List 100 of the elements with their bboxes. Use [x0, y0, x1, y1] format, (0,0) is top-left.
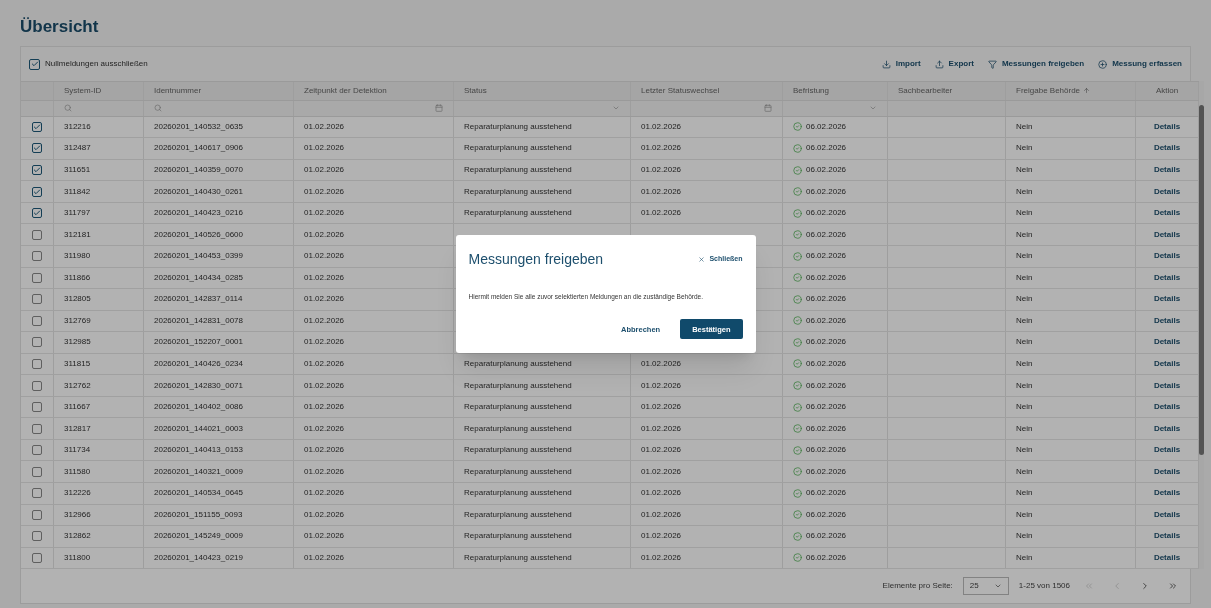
checkbox[interactable] — [32, 186, 42, 197]
table-cell: 01.02.2026 — [304, 207, 345, 220]
table-cell: 311734 — [64, 444, 91, 457]
table-cell: Nein — [1016, 142, 1033, 155]
checkbox[interactable] — [32, 509, 42, 520]
details-link[interactable]: Details — [1153, 551, 1181, 564]
search-icon[interactable] — [64, 104, 72, 113]
column-header[interactable]: Zeitpunkt der Detektion — [304, 84, 387, 97]
table-cell: Nein — [1016, 379, 1033, 392]
table-cell: 312762 — [64, 379, 91, 392]
toolbar-button[interactable]: Export — [934, 58, 974, 70]
table-cell: 312769 — [64, 314, 91, 327]
calendar-icon[interactable] — [435, 104, 443, 113]
table-cell: 312226 — [64, 487, 91, 500]
table-cell: 20260201_140423_0216 — [154, 207, 243, 220]
table-cell: Nein — [1016, 465, 1033, 478]
check-circle-icon — [793, 294, 802, 304]
column-header[interactable]: Letzter Statuswechsel — [641, 84, 720, 97]
checkbox[interactable] — [32, 165, 42, 176]
checkbox[interactable] — [32, 488, 42, 499]
details-link[interactable]: Details — [1153, 465, 1181, 478]
checkbox[interactable] — [32, 380, 42, 391]
details-link[interactable]: Details — [1153, 336, 1181, 349]
details-link[interactable]: Details — [1153, 142, 1181, 155]
checkbox[interactable] — [32, 337, 42, 348]
checkbox[interactable] — [32, 143, 42, 154]
table-cell: Reparaturplanung ausstehend — [464, 357, 572, 370]
table-cell: Reparaturplanung ausstehend — [464, 185, 572, 198]
details-link[interactable]: Details — [1153, 422, 1181, 435]
checkbox[interactable] — [29, 58, 40, 70]
checkbox[interactable] — [32, 272, 42, 283]
table-cell: 01.02.2026 — [304, 314, 345, 327]
checkbox[interactable] — [32, 466, 42, 477]
sort-arrow-icon[interactable] — [1083, 87, 1091, 95]
page-size-select[interactable]: 25 — [962, 577, 1009, 595]
details-link[interactable]: Details — [1153, 379, 1181, 392]
checkbox[interactable] — [32, 423, 42, 434]
table-cell: 20260201_140430_0261 — [154, 185, 243, 198]
details-link[interactable]: Details — [1153, 401, 1181, 414]
checkbox[interactable] — [32, 402, 42, 413]
checkbox[interactable] — [32, 315, 42, 326]
toolbar-button[interactable]: Messungen freigeben — [987, 58, 1085, 70]
column-header[interactable]: Status — [464, 84, 487, 97]
table-cell: 20260201_140617_0906 — [154, 142, 243, 155]
details-link[interactable]: Details — [1153, 120, 1181, 133]
details-link[interactable]: Details — [1153, 164, 1181, 177]
chevron-right-icon — [1140, 581, 1150, 591]
column-header[interactable]: System-ID — [64, 84, 102, 97]
table-cell: Nein — [1016, 444, 1033, 457]
table-cell: 20260201_142830_0071 — [154, 379, 243, 392]
table-cell: 06.02.2026 — [806, 551, 847, 564]
column-header[interactable]: Befristung — [793, 84, 830, 97]
check-circle-icon — [793, 122, 802, 132]
table-cell: 312862 — [64, 530, 91, 543]
details-link[interactable]: Details — [1153, 207, 1181, 220]
details-link[interactable]: Details — [1153, 357, 1181, 370]
table-cell: Reparaturplanung ausstehend — [464, 207, 572, 220]
details-link[interactable]: Details — [1153, 271, 1181, 284]
table-cell: 06.02.2026 — [806, 228, 847, 241]
table-cell: 311842 — [64, 185, 91, 198]
table-cell: Reparaturplanung ausstehend — [464, 379, 572, 392]
details-link[interactable]: Details — [1153, 250, 1181, 263]
column-header[interactable]: Freigabe Behörde — [1016, 84, 1081, 97]
toolbar-button[interactable]: Import — [881, 58, 921, 70]
details-link[interactable]: Details — [1153, 314, 1181, 327]
table-cell: 01.02.2026 — [641, 164, 682, 177]
table-cell: 06.02.2026 — [806, 336, 847, 349]
checkbox[interactable] — [32, 294, 42, 305]
table-cell: 01.02.2026 — [641, 465, 682, 478]
checkbox[interactable] — [32, 121, 42, 132]
details-link[interactable]: Details — [1153, 444, 1181, 457]
column-header[interactable]: Aktion — [1155, 84, 1179, 97]
table-cell: Nein — [1016, 401, 1033, 414]
check-circle-icon — [793, 488, 802, 498]
table-cell: 20260201_142837_0114 — [154, 293, 243, 306]
details-link[interactable]: Details — [1153, 293, 1181, 306]
checkbox[interactable] — [32, 445, 42, 456]
checkbox[interactable] — [32, 208, 42, 219]
details-link[interactable]: Details — [1153, 530, 1181, 543]
check-circle-icon — [793, 273, 802, 283]
checkbox[interactable] — [32, 531, 42, 542]
check-circle-icon — [793, 445, 802, 455]
calendar-icon[interactable] — [764, 104, 772, 113]
column-header[interactable]: Identnummer — [154, 84, 202, 97]
details-link[interactable]: Details — [1153, 487, 1181, 500]
details-link[interactable]: Details — [1153, 185, 1181, 198]
table-cell: 01.02.2026 — [304, 250, 345, 263]
column-header[interactable]: Sachbearbeiter — [898, 84, 953, 97]
upload-icon — [934, 59, 944, 69]
checkbox[interactable] — [32, 251, 42, 262]
checkbox[interactable] — [32, 358, 42, 369]
table-cell: 06.02.2026 — [806, 207, 847, 220]
checkbox-label: Nullmeldungen ausschließen — [45, 58, 148, 70]
details-link[interactable]: Details — [1153, 228, 1181, 241]
details-link[interactable]: Details — [1153, 508, 1181, 521]
search-icon[interactable] — [154, 104, 162, 113]
checkbox[interactable] — [32, 552, 42, 563]
toolbar-button[interactable]: Messung erfassen — [1098, 58, 1182, 70]
checkbox[interactable] — [32, 229, 42, 240]
table-cell: 20260201_140321_0009 — [154, 465, 243, 478]
